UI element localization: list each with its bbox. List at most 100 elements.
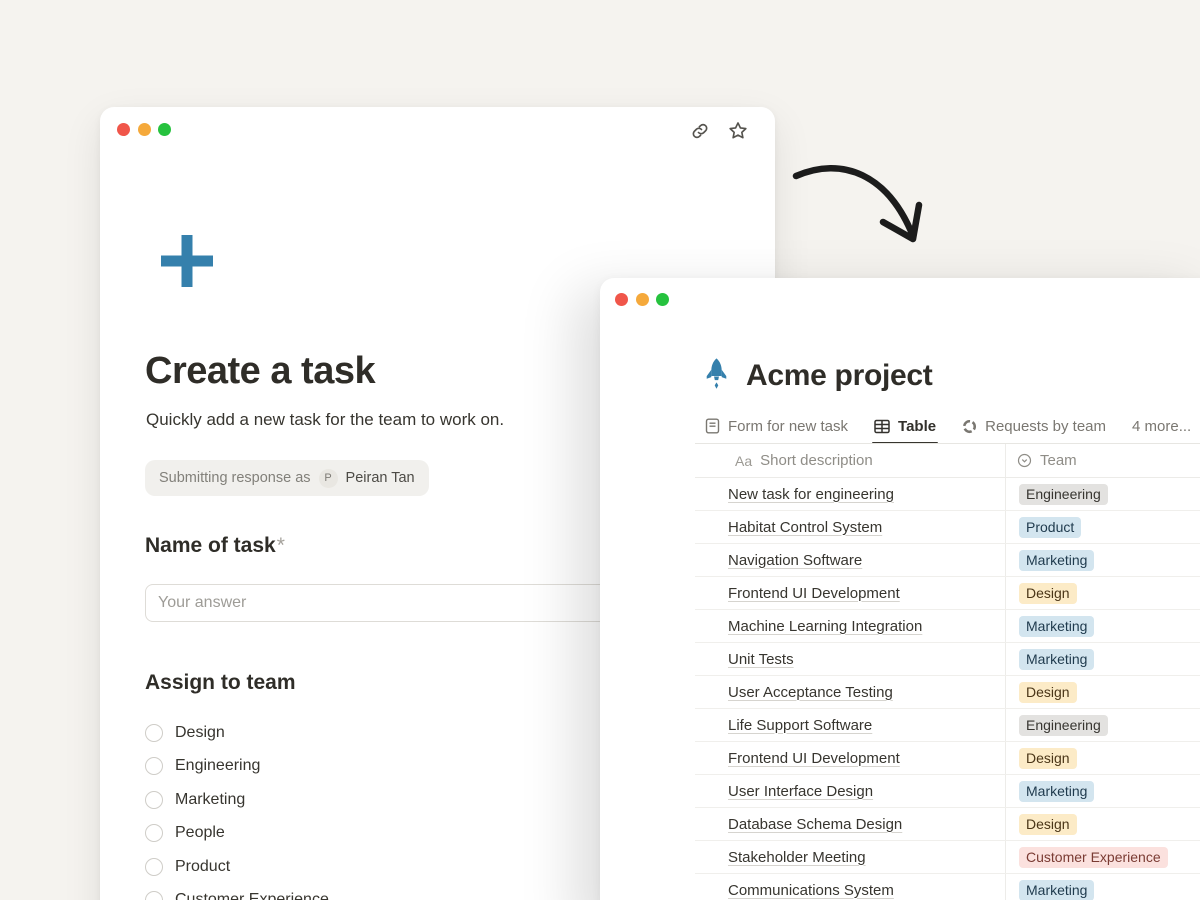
task-title: Navigation Software bbox=[728, 552, 862, 569]
required-asterisk: * bbox=[277, 534, 285, 557]
tab-label: Requests by team bbox=[985, 418, 1106, 435]
pill-prefix: Submitting response as bbox=[159, 470, 311, 486]
table-window: Acme project Form for new task Table Reque… bbox=[600, 278, 1200, 900]
task-title: Habitat Control System bbox=[728, 519, 882, 536]
table-row[interactable]: Machine Learning Integration Marketing bbox=[695, 610, 1200, 643]
tab-form-for-new-task[interactable]: Form for new task bbox=[705, 409, 848, 443]
table-row[interactable]: Navigation Software Marketing bbox=[695, 544, 1200, 577]
team-tag: Design bbox=[1019, 583, 1077, 604]
team-tag: Customer Experience bbox=[1019, 847, 1168, 868]
radio-icon[interactable] bbox=[145, 757, 163, 775]
task-title: New task for engineering bbox=[728, 486, 894, 503]
radio-icon[interactable] bbox=[145, 824, 163, 842]
table-row[interactable]: Habitat Control System Product bbox=[695, 511, 1200, 544]
team-tag: Marketing bbox=[1019, 649, 1094, 670]
team-option-customer-experience[interactable]: Customer Experience bbox=[145, 884, 329, 900]
tab-table[interactable]: Table bbox=[874, 409, 936, 443]
team-tag: Marketing bbox=[1019, 550, 1094, 571]
tab-4-more[interactable]: 4 more... bbox=[1132, 409, 1191, 443]
curved-arrow bbox=[780, 152, 940, 262]
team-tag: Design bbox=[1019, 748, 1077, 769]
task-title: Stakeholder Meeting bbox=[728, 849, 866, 866]
team-option-marketing[interactable]: Marketing bbox=[145, 783, 329, 817]
zoom-button[interactable] bbox=[656, 293, 669, 306]
task-title: Database Schema Design bbox=[728, 816, 902, 833]
minimize-button[interactable] bbox=[138, 123, 151, 136]
team-option-label: Customer Experience bbox=[175, 891, 329, 900]
table-icon bbox=[874, 419, 890, 434]
task-title: User Interface Design bbox=[728, 783, 873, 800]
page-title: Acme project bbox=[746, 359, 932, 393]
tab-label: Form for new task bbox=[728, 418, 848, 435]
requests-icon bbox=[962, 419, 977, 434]
team-options-group: Design Engineering Marketing People Product C… bbox=[145, 716, 329, 900]
tab-label: 4 more... bbox=[1132, 418, 1191, 435]
pill-user-name: Peiran Tan bbox=[346, 470, 415, 486]
select-property-icon bbox=[1017, 453, 1032, 468]
minimize-button[interactable] bbox=[636, 293, 649, 306]
radio-icon[interactable] bbox=[145, 724, 163, 742]
task-title: Life Support Software bbox=[728, 717, 872, 734]
tab-requests-by-team[interactable]: Requests by team bbox=[962, 409, 1106, 443]
team-tag: Product bbox=[1019, 517, 1081, 538]
tab-label: Table bbox=[898, 418, 936, 435]
team-option-label: Marketing bbox=[175, 791, 245, 809]
table-row[interactable]: Communications SystemMarketing bbox=[695, 874, 1200, 900]
form-window-titlebar bbox=[100, 107, 775, 151]
table-row[interactable]: Frontend UI Development Design bbox=[695, 742, 1200, 775]
team-tag: Engineering bbox=[1019, 715, 1108, 736]
star-icon bbox=[727, 120, 749, 145]
column-header-short-description[interactable]: Aa Short description bbox=[695, 444, 1005, 477]
team-option-engineering[interactable]: Engineering bbox=[145, 750, 329, 784]
database-table: Aa Short description Team New task for eng… bbox=[695, 443, 1200, 900]
radio-icon[interactable] bbox=[145, 891, 163, 900]
table-row[interactable]: Database Schema Design Design bbox=[695, 808, 1200, 841]
zoom-button[interactable] bbox=[158, 123, 171, 136]
task-title: User Acceptance Testing bbox=[728, 684, 893, 701]
radio-icon[interactable] bbox=[145, 791, 163, 809]
plus-icon bbox=[158, 232, 216, 295]
task-title: Unit Tests bbox=[728, 651, 794, 668]
team-option-label: People bbox=[175, 824, 225, 842]
radio-icon[interactable] bbox=[145, 858, 163, 876]
table-row[interactable]: User Interface Design Marketing bbox=[695, 775, 1200, 808]
team-option-label: Product bbox=[175, 858, 230, 876]
column-header-label: Short description bbox=[760, 452, 873, 469]
submitting-as-pill: Submitting response as P Peiran Tan bbox=[145, 460, 429, 496]
view-tabs: Form for new task Table Requests by team 4 … bbox=[705, 409, 1200, 443]
table-row[interactable]: New task for engineeringEngineering bbox=[695, 478, 1200, 511]
task-title: Frontend UI Development bbox=[728, 750, 900, 767]
copy-link-button[interactable] bbox=[690, 121, 710, 144]
favorite-button[interactable] bbox=[727, 120, 749, 145]
table-row[interactable]: Frontend UI Development Design bbox=[695, 577, 1200, 610]
team-tag: Design bbox=[1019, 682, 1077, 703]
table-row[interactable]: Unit Tests Marketing bbox=[695, 643, 1200, 676]
team-tag: Marketing bbox=[1019, 616, 1094, 637]
task-title: Machine Learning Integration bbox=[728, 618, 922, 635]
link-icon bbox=[690, 121, 710, 144]
column-header-team[interactable]: Team bbox=[1005, 444, 1200, 477]
form-icon bbox=[705, 418, 720, 434]
name-of-task-label: Name of task* bbox=[145, 534, 285, 558]
table-row[interactable]: Life Support Software Engineering bbox=[695, 709, 1200, 742]
rocket-icon bbox=[703, 358, 730, 394]
team-option-product[interactable]: Product bbox=[145, 850, 329, 884]
column-header-label: Team bbox=[1040, 452, 1077, 469]
form-subtitle: Quickly add a new task for the team to w… bbox=[146, 410, 504, 430]
assign-to-team-label: Assign to team bbox=[145, 671, 296, 695]
team-option-label: Engineering bbox=[175, 757, 260, 775]
team-option-people[interactable]: People bbox=[145, 817, 329, 851]
close-button[interactable] bbox=[615, 293, 628, 306]
team-tag: Marketing bbox=[1019, 880, 1094, 900]
team-tag: Marketing bbox=[1019, 781, 1094, 802]
form-title: Create a task bbox=[145, 350, 375, 393]
task-title: Frontend UI Development bbox=[728, 585, 900, 602]
table-row[interactable]: Stakeholder Meeting Customer Experience bbox=[695, 841, 1200, 874]
avatar: P bbox=[319, 469, 338, 488]
text-property-icon: Aa bbox=[735, 453, 752, 469]
table-row[interactable]: User Acceptance Testing Design bbox=[695, 676, 1200, 709]
team-option-design[interactable]: Design bbox=[145, 716, 329, 750]
close-button[interactable] bbox=[117, 123, 130, 136]
table-header-row: Aa Short description Team bbox=[695, 444, 1200, 478]
team-tag: Design bbox=[1019, 814, 1077, 835]
